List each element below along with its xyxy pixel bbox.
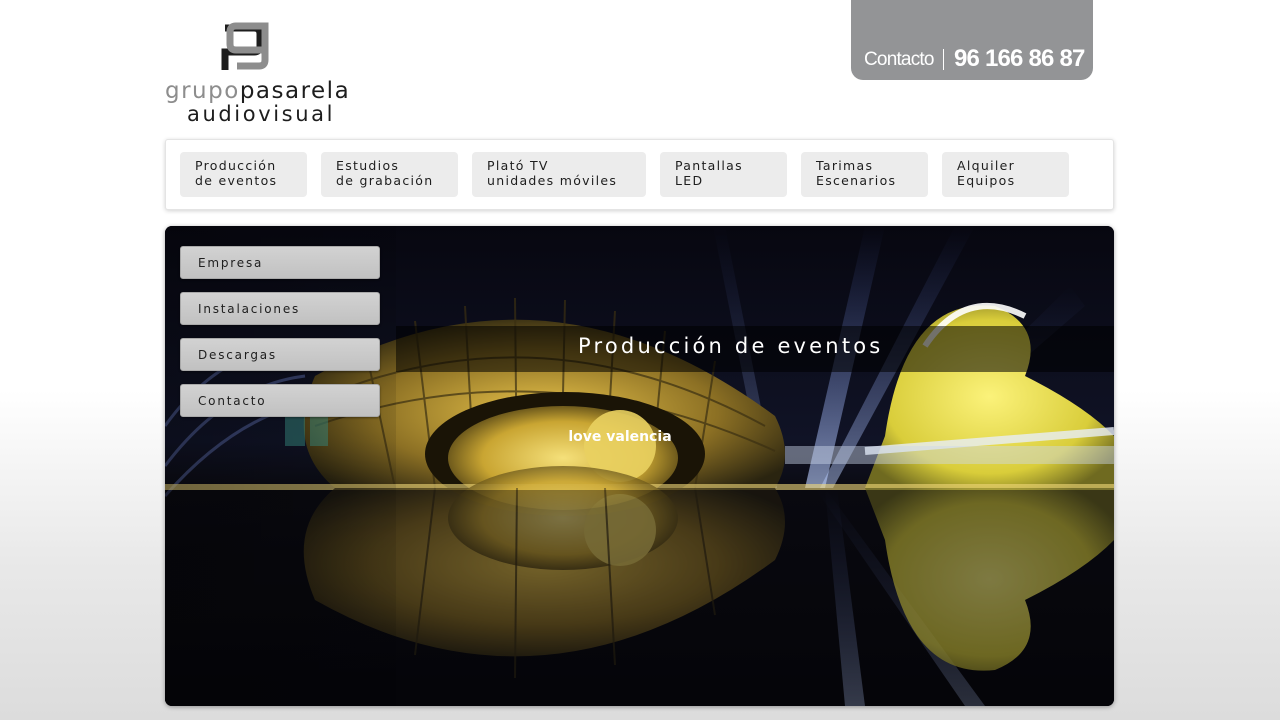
nav-item-line1: Plató TV bbox=[487, 158, 549, 173]
contact-tab: Contacto 96 166 86 87 bbox=[851, 0, 1093, 80]
nav-item-line1: Producción bbox=[195, 158, 277, 173]
nav-item-produccion[interactable]: Producción de eventos bbox=[180, 152, 307, 197]
logo[interactable]: grupopasarela audiovisual bbox=[165, 22, 385, 126]
nav-item-line2: de eventos bbox=[195, 173, 278, 188]
logo-word-audiovisual: audiovisual bbox=[187, 102, 336, 126]
logo-wordmark: grupopasarela bbox=[165, 80, 350, 103]
hero-caption: Producción de eventos bbox=[578, 334, 884, 358]
logo-word-pasarela: pasarela bbox=[239, 78, 351, 104]
nav-item-line2: unidades móviles bbox=[487, 173, 618, 188]
nav-item-line2: Equipos bbox=[957, 173, 1016, 188]
nav-item-alquiler[interactable]: Alquiler Equipos bbox=[942, 152, 1069, 197]
contact-link[interactable]: Contacto bbox=[864, 49, 934, 71]
nav-item-line2: LED bbox=[675, 173, 704, 188]
main-nav: Producción de eventos Estudios de grabac… bbox=[165, 139, 1114, 210]
contact-divider bbox=[943, 49, 944, 70]
nav-item-tarimas[interactable]: Tarimas Escenarios bbox=[801, 152, 928, 197]
side-menu-empresa[interactable]: Empresa bbox=[180, 246, 380, 279]
nav-item-line1: Tarimas bbox=[816, 158, 874, 173]
side-menu-contacto[interactable]: Contacto bbox=[180, 384, 380, 417]
nav-item-estudios[interactable]: Estudios de grabación bbox=[321, 152, 458, 197]
phone-number: 96 166 86 87 bbox=[954, 45, 1085, 72]
nav-item-line2: Escenarios bbox=[816, 173, 897, 188]
hero-banner: love valencia Producción de eventos Empr… bbox=[165, 226, 1114, 706]
side-menu-descargas[interactable]: Descargas bbox=[180, 338, 380, 371]
nav-item-plato-tv[interactable]: Plató TV unidades móviles bbox=[472, 152, 646, 197]
nav-item-line2: de grabación bbox=[336, 173, 434, 188]
side-menu-instalaciones[interactable]: Instalaciones bbox=[180, 292, 380, 325]
nav-item-pantallas[interactable]: Pantallas LED bbox=[660, 152, 787, 197]
love-valencia-sign: love valencia bbox=[568, 429, 671, 445]
nav-item-line1: Estudios bbox=[336, 158, 400, 173]
gp-monogram-icon bbox=[221, 22, 269, 70]
nav-item-line1: Pantallas bbox=[675, 158, 743, 173]
logo-word-grupo: grupo bbox=[165, 78, 240, 104]
nav-item-line1: Alquiler bbox=[957, 158, 1016, 173]
